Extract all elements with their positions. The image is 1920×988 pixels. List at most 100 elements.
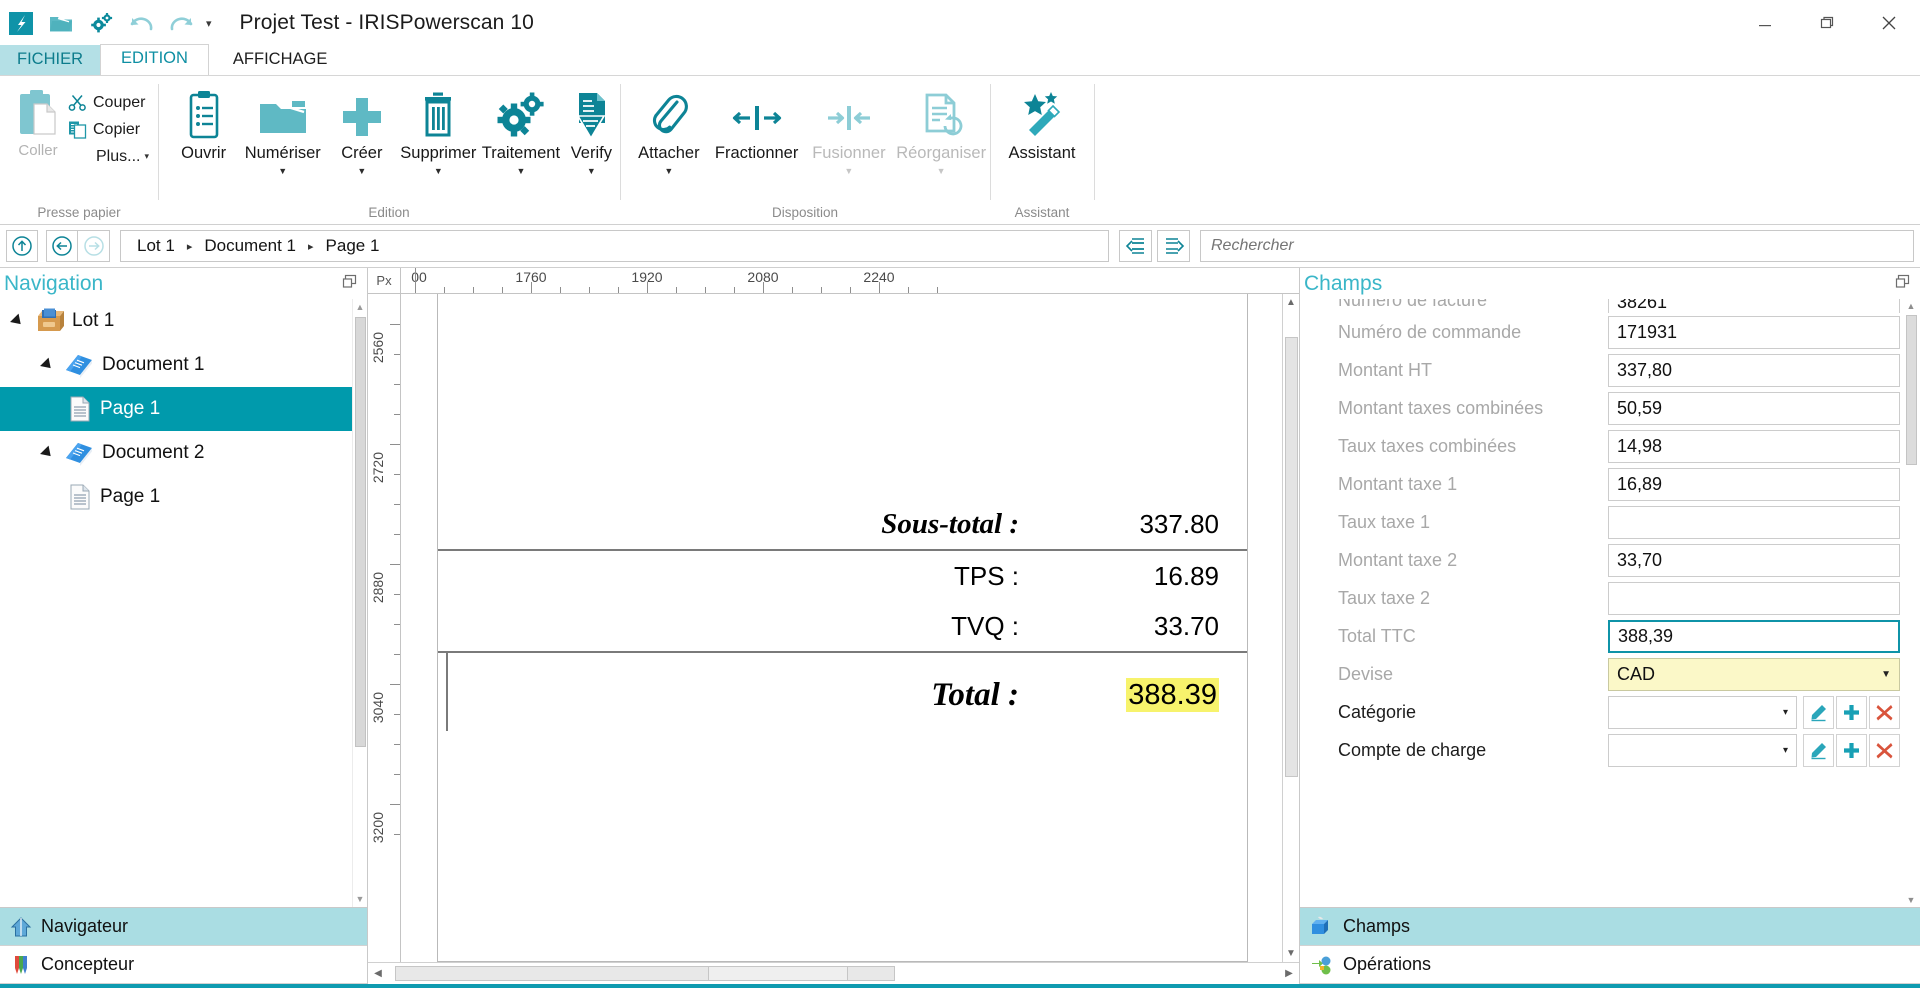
designer-icon	[10, 954, 32, 976]
breadcrumb-item-document[interactable]: Document 1	[204, 236, 296, 256]
chevron-down-icon[interactable]: ▾	[1783, 707, 1788, 718]
delete-compte-button[interactable]	[1869, 733, 1900, 767]
minimize-icon[interactable]	[1734, 0, 1796, 46]
pin-panel-icon[interactable]	[1895, 274, 1910, 294]
open-folder-icon[interactable]	[48, 10, 75, 37]
add-categorie-button[interactable]	[1836, 695, 1867, 729]
delete-dropdown-caret-icon[interactable]: ▼	[434, 166, 443, 176]
scroll-up-icon[interactable]: ▲	[1286, 294, 1296, 311]
scroll-up-icon[interactable]: ▲	[1907, 299, 1916, 313]
create-dropdown-caret-icon[interactable]: ▼	[357, 166, 366, 176]
field-input-taux-taxes-combinees[interactable]: 14,98	[1608, 429, 1900, 463]
tree-node-label: Lot 1	[72, 310, 115, 331]
viewer-horizontal-scrollbar[interactable]: ◀ ▶	[368, 962, 1299, 984]
scroll-down-icon[interactable]: ▼	[1286, 945, 1296, 962]
scroll-up-icon[interactable]: ▲	[356, 299, 365, 315]
process-dropdown-caret-icon[interactable]: ▼	[516, 166, 525, 176]
field-input-montant-ht[interactable]: 337,80	[1608, 353, 1900, 387]
viewer-vertical-scrollbar[interactable]: ▲ ▼	[1282, 294, 1299, 962]
field-input-numero-facture[interactable]: 38261	[1608, 299, 1900, 313]
sidebar-item-navigateur[interactable]: Navigateur	[0, 908, 367, 946]
edit-compte-button[interactable]	[1803, 733, 1834, 767]
expand-toggle-icon[interactable]	[38, 357, 56, 373]
scroll-track[interactable]	[1284, 311, 1298, 945]
chevron-down-icon[interactable]: ▼	[1881, 669, 1891, 680]
expand-right-button[interactable]	[1157, 230, 1190, 262]
field-combo-categorie[interactable]: ▾	[1608, 695, 1797, 729]
scan-button[interactable]: Numériser ▼	[239, 84, 326, 176]
scroll-down-icon[interactable]: ▼	[356, 891, 365, 907]
verify-dropdown-caret-icon[interactable]: ▼	[587, 166, 596, 176]
settings-gear-icon[interactable]	[88, 10, 115, 37]
collapse-left-button[interactable]	[1119, 230, 1152, 262]
tab-operations[interactable]: Opérations	[1300, 946, 1920, 984]
tab-edition[interactable]: EDITION	[100, 44, 209, 75]
field-input-montant-taxe-2[interactable]: 33,70	[1608, 543, 1900, 577]
attach-button[interactable]: Attacher ▼	[630, 84, 708, 176]
scrollbar-thumb[interactable]	[1284, 337, 1298, 777]
field-combo-compte-de-charge[interactable]: ▾	[1608, 733, 1797, 767]
scroll-track[interactable]	[388, 966, 1279, 981]
add-compte-button[interactable]	[1836, 733, 1867, 767]
scrollbar-thumb[interactable]	[354, 317, 366, 747]
breadcrumb-item-page[interactable]: Page 1	[326, 236, 380, 256]
navigate-back-button[interactable]	[46, 230, 78, 262]
tree-node-document-2[interactable]: Document 2	[0, 431, 367, 475]
customize-caret-icon[interactable]: ▾	[206, 17, 212, 30]
tree-node-page-1-doc2[interactable]: Page 1	[0, 475, 367, 519]
open-button[interactable]: Ouvrir	[168, 84, 239, 163]
navigate-up-button[interactable]	[6, 230, 38, 262]
scan-dropdown-caret-icon[interactable]: ▼	[278, 166, 287, 176]
redo-icon[interactable]	[168, 10, 195, 37]
tree-scrollbar[interactable]: ▲ ▼	[352, 299, 367, 907]
field-input-montant-taxe-1[interactable]: 16,89	[1608, 467, 1900, 501]
pin-panel-icon[interactable]	[342, 274, 357, 294]
field-combo-devise[interactable]: CAD ▼	[1608, 657, 1900, 691]
search-input[interactable]	[1211, 237, 1913, 255]
edit-categorie-button[interactable]	[1803, 695, 1834, 729]
field-input-taux-taxe-2[interactable]	[1608, 581, 1900, 615]
tab-affichage[interactable]: AFFICHAGE	[209, 46, 351, 75]
close-icon[interactable]	[1858, 0, 1920, 46]
chevron-down-icon[interactable]: ▾	[1783, 745, 1788, 756]
tree-node-document-1[interactable]: Document 1	[0, 343, 367, 387]
copy-button[interactable]: Copier	[68, 117, 153, 142]
page-canvas[interactable]: Sous-total : 337.80 TPS : 16.89 TVQ : 33…	[401, 294, 1282, 962]
breadcrumb-item-lot[interactable]: Lot 1	[137, 236, 175, 256]
expand-toggle-icon[interactable]	[38, 445, 56, 461]
sidebar-item-concepteur[interactable]: Concepteur	[0, 946, 367, 984]
paste-button[interactable]: Coller	[8, 84, 68, 169]
undo-icon[interactable]	[128, 10, 155, 37]
search-box[interactable]	[1200, 230, 1914, 262]
expand-toggle-icon[interactable]	[8, 313, 26, 329]
tree-node-lot-1[interactable]: Lot 1	[0, 299, 367, 343]
create-button[interactable]: Créer ▼	[326, 84, 397, 176]
attach-dropdown-caret-icon[interactable]: ▼	[664, 166, 673, 176]
scroll-down-icon[interactable]: ▼	[1907, 893, 1916, 907]
fields-scrollbar[interactable]: ▲ ▼	[1904, 299, 1918, 907]
process-button[interactable]: Traitement ▼	[479, 84, 562, 176]
restore-icon[interactable]	[1796, 0, 1858, 46]
field-input-montant-taxes-combinees[interactable]: 50,59	[1608, 391, 1900, 425]
field-input-numero-commande[interactable]: 171931	[1608, 315, 1900, 349]
field-input-total-ttc[interactable]: 388,39	[1608, 619, 1900, 653]
more-button[interactable]: Plus... ▾	[68, 144, 153, 169]
scrollbar-thumb[interactable]	[1905, 315, 1917, 465]
field-input-taux-taxe-1[interactable]	[1608, 505, 1900, 539]
tab-fichier[interactable]: FICHIER	[0, 45, 100, 75]
cut-button[interactable]: Couper	[68, 90, 153, 115]
delete-button[interactable]: Supprimer ▼	[397, 84, 479, 176]
tab-champs[interactable]: Champs	[1300, 908, 1920, 946]
tree-node-page-1-doc1[interactable]: Page 1	[0, 387, 367, 431]
invoice-value-wrap: 388.39	[1043, 677, 1239, 712]
magic-wand-icon	[1018, 86, 1066, 140]
delete-categorie-button[interactable]	[1869, 695, 1900, 729]
breadcrumb[interactable]: Lot 1 ▸ Document 1 ▸ Page 1	[120, 230, 1109, 262]
scroll-right-icon[interactable]: ▶	[1279, 968, 1299, 979]
assistant-button[interactable]: Assistant	[996, 84, 1088, 163]
scroll-left-icon[interactable]: ◀	[368, 968, 388, 979]
split-button[interactable]: Fractionner	[708, 84, 806, 163]
app-logo-icon[interactable]	[8, 10, 35, 37]
verify-button[interactable]: Verify ▼	[563, 84, 620, 176]
scrollbar-grip[interactable]	[708, 966, 848, 981]
